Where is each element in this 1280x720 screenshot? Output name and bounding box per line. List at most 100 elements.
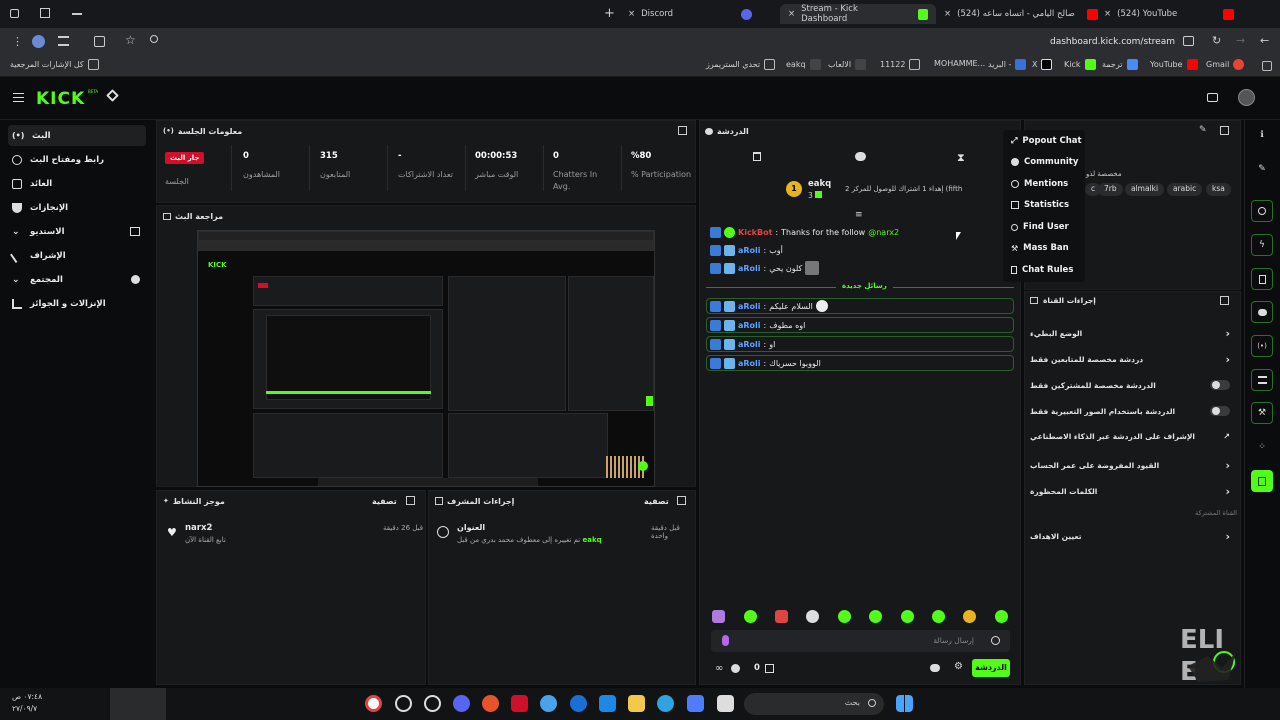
forward-icon[interactable]: → (1236, 34, 1245, 47)
search-icon[interactable] (150, 35, 158, 43)
obs-icon[interactable] (395, 695, 412, 712)
subscribers-only-toggle[interactable] (1210, 380, 1230, 390)
bookmark-x[interactable]: X (1032, 59, 1053, 70)
bookmark-translate[interactable]: ترجمة (1102, 59, 1138, 70)
list-icon[interactable] (1251, 369, 1273, 391)
sidebar-item-moderation[interactable]: الإشراف (8, 245, 146, 266)
mail-icon[interactable] (1207, 93, 1218, 102)
new-tab-icon[interactable]: + (604, 6, 615, 21)
clock-time[interactable]: ٠٧:٤٨ ص (12, 692, 42, 701)
emote-icon[interactable] (901, 610, 914, 623)
menu-item-statistics[interactable]: Statistics (1011, 200, 1069, 210)
chat-username[interactable]: aRoli (738, 264, 761, 273)
target-icon[interactable] (1251, 200, 1273, 222)
tab-youtube[interactable]: × (524) YouTube (1104, 4, 1235, 24)
kick-logo[interactable]: KICK (36, 89, 85, 109)
close-icon[interactable]: × (788, 9, 795, 19)
bookmark-kick[interactable]: Kick (1064, 59, 1096, 70)
apps-icon[interactable] (1262, 61, 1272, 71)
taskbar-search[interactable]: بحث (744, 693, 884, 715)
sidebar-item-studio[interactable]: ⌄ الاستديو (8, 221, 146, 242)
emote-icon[interactable] (744, 610, 757, 623)
chat-username[interactable]: aRoli (738, 340, 761, 349)
bookmark-games[interactable]: الالعاب (828, 59, 867, 70)
sidebar-item-stream[interactable]: (•) البث (8, 125, 146, 146)
url-text[interactable]: dashboard.kick.com/stream (1050, 37, 1175, 47)
ai-moderation-row[interactable]: الإشراف على الدردشة عبر الذكاء الاصطناعي… (1030, 432, 1230, 441)
gift-icon[interactable] (765, 664, 774, 673)
add-widget-icon[interactable] (1251, 470, 1273, 492)
chat-username[interactable]: aRoli (738, 246, 761, 255)
shield-icon[interactable] (511, 695, 528, 712)
app-icon[interactable] (540, 695, 557, 712)
emote-icon[interactable] (712, 610, 725, 623)
send-chat-button[interactable]: الدردشة (972, 659, 1010, 677)
activity-user[interactable]: narx2 (185, 523, 212, 533)
bookmark-mohammed[interactable]: MOHAMME... (934, 59, 985, 68)
expand-icon[interactable] (1220, 126, 1229, 135)
tag[interactable]: arabic (1167, 183, 1203, 196)
chat-icon[interactable] (930, 664, 940, 672)
emote-icon[interactable] (806, 610, 819, 623)
app-icon[interactable] (687, 695, 704, 712)
bookmark-star-icon[interactable]: ☆ (125, 33, 136, 47)
tab-youtube-video[interactable]: × (524) صالح اليامي - اتساه ساعه (944, 4, 1098, 24)
bookmark-gmail[interactable]: Gmail (1206, 59, 1245, 70)
set-goals-row[interactable]: تعيين الاهداف › (1030, 530, 1230, 543)
minimize-icon[interactable] (72, 13, 82, 15)
folder-icon[interactable] (628, 695, 645, 712)
infinity-icon[interactable]: ∞ (715, 663, 723, 674)
tab-discord[interactable]: × Discord (628, 4, 753, 24)
slow-mode-row[interactable]: الوضع البطيء › (1030, 327, 1230, 340)
clock-date[interactable]: ٢٧/٠٩/٧ (12, 704, 37, 713)
store-icon[interactable] (599, 695, 616, 712)
bookmark-eakq[interactable]: eakq (786, 59, 821, 70)
emoji-icon[interactable] (991, 636, 1000, 645)
chrome-icon[interactable] (365, 695, 382, 712)
emote-icon[interactable] (869, 610, 882, 623)
community-icon[interactable]: ⁘ (1251, 436, 1273, 458)
extensions-icon[interactable] (94, 36, 105, 47)
reload-icon[interactable]: ↻ (1212, 34, 1221, 47)
tag[interactable]: almalki (1125, 183, 1165, 196)
mic-icon[interactable] (722, 635, 729, 646)
menu-item-mentions[interactable]: Mentions (1011, 179, 1068, 189)
sidebar-item-stream-key[interactable]: رابط ومفتاح البث (8, 149, 146, 170)
banned-words-row[interactable]: الكلمات المحظورة › (1030, 485, 1230, 498)
window-menu-icon[interactable] (10, 9, 19, 18)
clipboard-icon[interactable] (1251, 268, 1273, 290)
hp-icon[interactable] (570, 695, 587, 712)
app-icon[interactable] (424, 695, 441, 712)
bookmark-streamers[interactable]: تحدي الستريمرز (706, 59, 776, 70)
app-icon[interactable] (717, 695, 734, 712)
emote-icon[interactable] (775, 610, 788, 623)
bolt-icon[interactable]: ϟ (1251, 234, 1273, 256)
menu-item-chat-rules[interactable]: Chat Rules (1011, 265, 1073, 275)
edit-icon[interactable]: ✎ (1199, 125, 1207, 135)
chat-icon[interactable] (1251, 301, 1273, 323)
broadcast-icon[interactable]: (•) (1251, 335, 1273, 357)
bookmark-youtube[interactable]: YouTube (1150, 59, 1198, 70)
bookmark-all[interactable]: كل الإشارات المرجعية (10, 59, 99, 70)
app-icon[interactable] (482, 695, 499, 712)
avatar[interactable] (1238, 89, 1255, 106)
restore-icon[interactable] (40, 8, 50, 18)
sidebar-item-revenue[interactable]: العائد (8, 173, 146, 194)
emotes-only-toggle[interactable] (1210, 406, 1230, 416)
collapse-icon[interactable]: ≡ (855, 210, 863, 220)
account-age-row[interactable]: القيود المفروضة على عمر الحساب › (1030, 459, 1230, 472)
stream-preview-video[interactable]: KICK (197, 230, 655, 487)
menu-item-mass-ban[interactable]: ⚒ Mass Ban (1011, 243, 1069, 253)
users-icon[interactable] (731, 664, 740, 673)
expand-icon[interactable] (1220, 296, 1229, 305)
discord-icon[interactable] (453, 695, 470, 712)
windows-start-icon[interactable] (896, 695, 913, 712)
menu-item-popout-chat[interactable]: ⤢ Popout Chat (1011, 136, 1082, 146)
pin-icon[interactable] (106, 89, 119, 102)
edge-icon[interactable] (657, 695, 674, 712)
profile-avatar[interactable] (32, 35, 45, 48)
close-icon[interactable]: × (1104, 9, 1111, 19)
filter-button[interactable]: تصفية (644, 497, 669, 506)
chat-username[interactable]: KickBot (738, 228, 772, 237)
tab-kick-dashboard[interactable]: × Stream - Kick Dashboard (780, 4, 936, 24)
